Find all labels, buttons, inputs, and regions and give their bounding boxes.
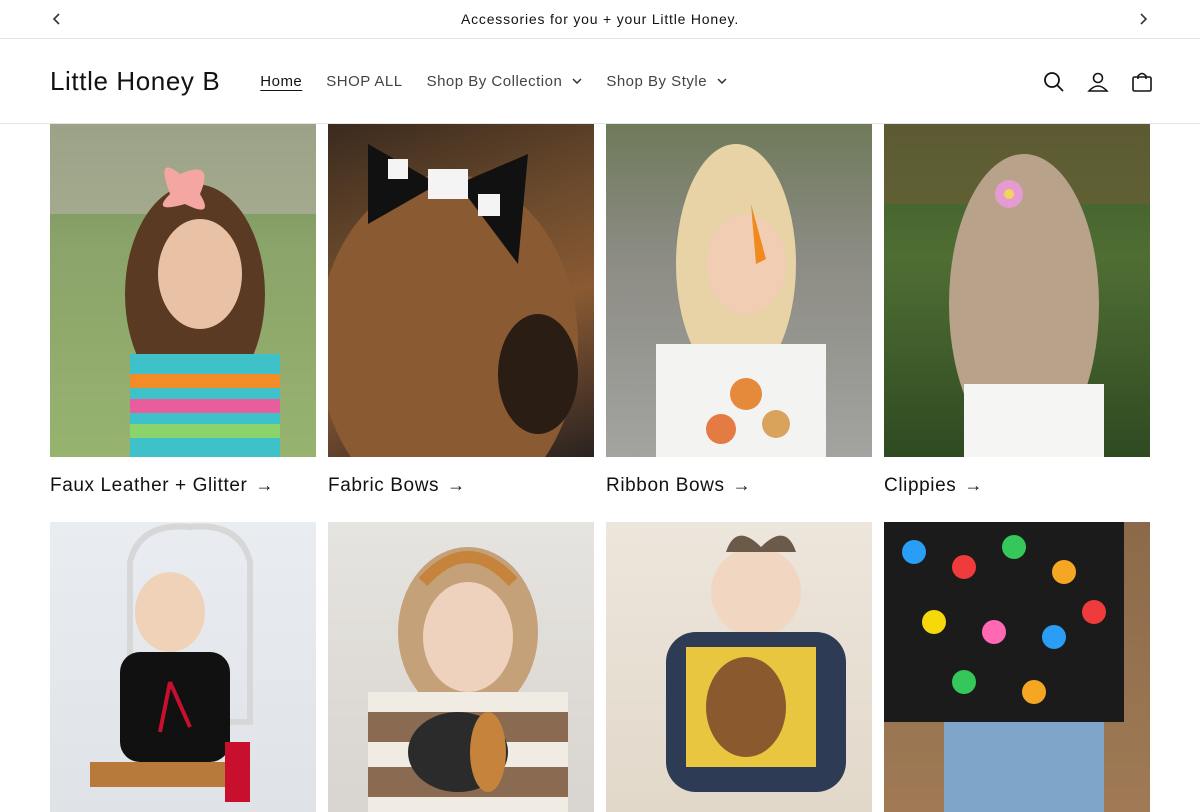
- collection-image: [328, 522, 594, 812]
- search-icon[interactable]: [1042, 70, 1066, 94]
- collection-image: [328, 124, 594, 457]
- collection-title: Faux Leather + Glitter: [50, 475, 248, 496]
- collection-image: [50, 124, 316, 457]
- collection-card-clippies[interactable]: Clippies →: [884, 124, 1150, 522]
- cart-icon[interactable]: [1130, 70, 1154, 94]
- chevron-down-icon: [572, 78, 582, 84]
- nav-shop-all-label: SHOP ALL: [326, 72, 403, 90]
- main-nav: Home SHOP ALL Shop By Collection Shop By…: [248, 73, 739, 90]
- nav-shop-by-collection[interactable]: Shop By Collection: [415, 73, 595, 90]
- arrow-right-icon: →: [447, 475, 466, 495]
- nav-shop-all[interactable]: SHOP ALL: [314, 73, 414, 90]
- announcement-bar: Accessories for you + your Little Honey.: [0, 0, 1200, 39]
- collection-card-ribbon-bows[interactable]: Ribbon Bows →: [606, 124, 872, 522]
- collection-image: [50, 522, 316, 812]
- nav-shop-by-collection-label: Shop By Collection: [426, 72, 563, 90]
- nav-shop-by-style[interactable]: Shop By Style: [594, 73, 739, 90]
- site-logo[interactable]: Little Honey B: [50, 66, 220, 97]
- nav-home[interactable]: Home: [248, 73, 314, 90]
- arrow-right-icon: →: [255, 475, 275, 495]
- collection-title: Ribbon Bows: [606, 475, 725, 496]
- account-icon[interactable]: [1086, 70, 1110, 94]
- collection-card-6[interactable]: [328, 522, 594, 812]
- header-icons: [1042, 39, 1154, 124]
- collection-grid: Faux Leather + Glitter → Fabric Bows → R…: [50, 124, 1150, 812]
- site-header: Little Honey B Home SHOP ALL Shop By Col…: [0, 39, 1200, 124]
- nav-home-label: Home: [260, 72, 303, 90]
- nav-shop-by-style-label: Shop By Style: [606, 72, 708, 90]
- collection-card-8[interactable]: [884, 522, 1150, 812]
- collection-card-faux-leather-glitter[interactable]: Faux Leather + Glitter →: [50, 124, 316, 522]
- collection-title: Clippies: [884, 475, 957, 496]
- collection-image: [606, 124, 872, 457]
- chevron-right-icon[interactable]: [1132, 8, 1154, 30]
- chevron-down-icon: [717, 78, 727, 84]
- arrow-right-icon: →: [732, 475, 752, 495]
- collection-image: [884, 522, 1150, 812]
- chevron-left-icon[interactable]: [46, 8, 68, 30]
- collection-card-5[interactable]: [50, 522, 316, 812]
- announcement-message: Accessories for you + your Little Honey.: [460, 11, 740, 27]
- collection-card-7[interactable]: [606, 522, 872, 812]
- collection-title: Fabric Bows: [328, 475, 440, 496]
- collection-image: [606, 522, 872, 812]
- arrow-right-icon: →: [964, 475, 983, 495]
- collection-card-fabric-bows[interactable]: Fabric Bows →: [328, 124, 594, 522]
- collection-image: [884, 124, 1150, 457]
